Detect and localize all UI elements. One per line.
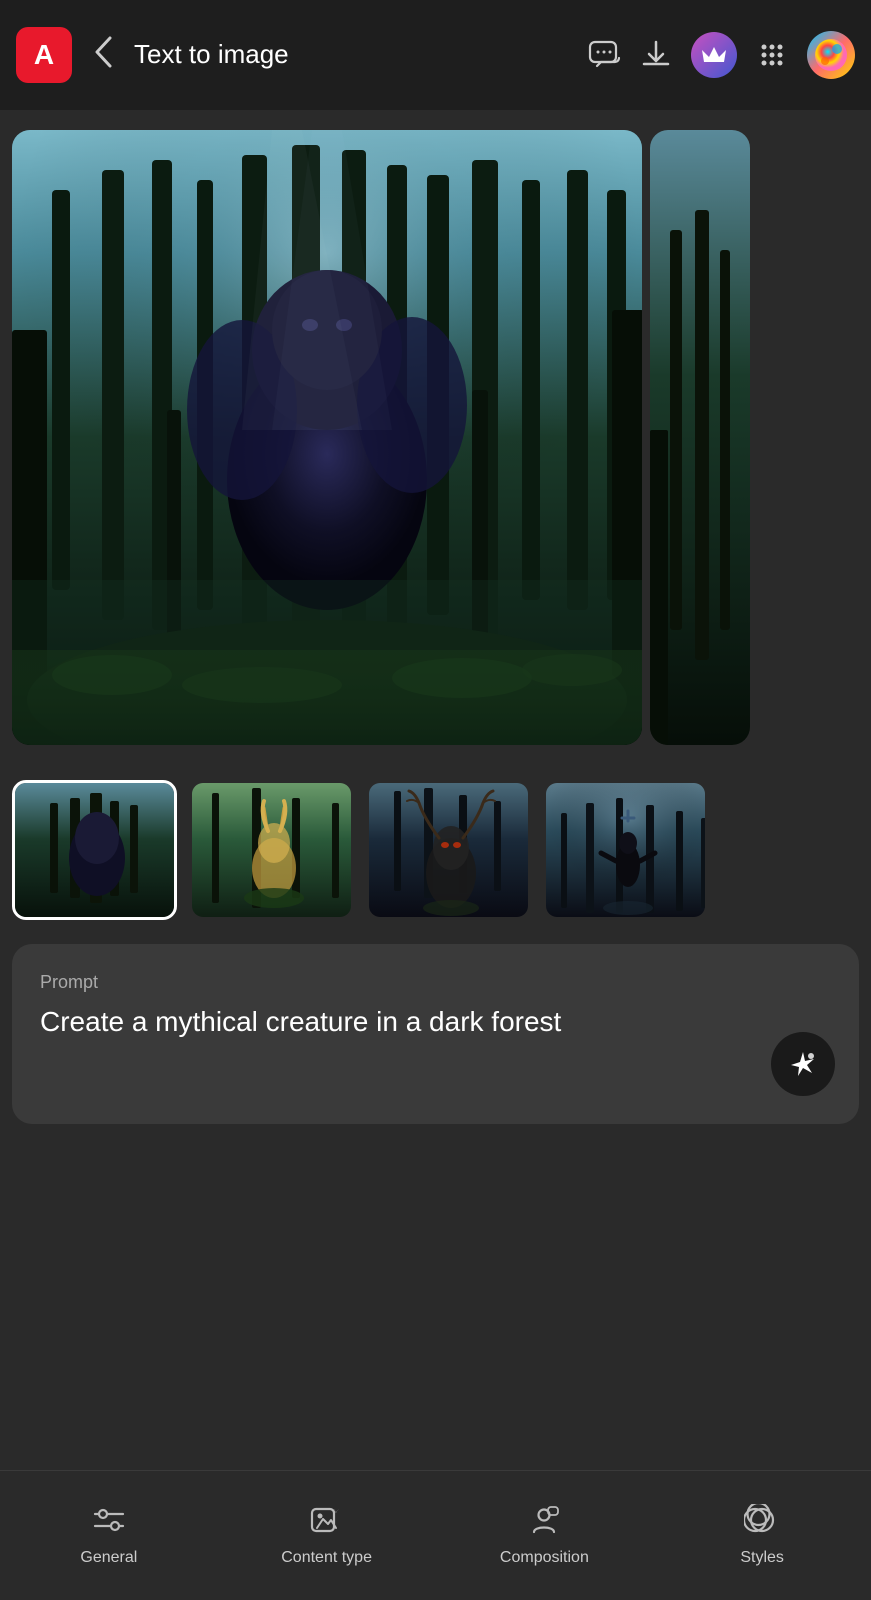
avatar-button[interactable] — [807, 31, 855, 79]
header-icons — [587, 31, 855, 79]
composition-label: Composition — [500, 1549, 589, 1567]
back-button[interactable] — [84, 26, 122, 84]
prompt-area: Prompt Create a mythical creature in a d… — [12, 944, 859, 1124]
adobe-logo[interactable]: A — [16, 27, 72, 83]
prompt-label: Prompt — [40, 972, 835, 993]
page-title: Text to image — [134, 39, 575, 70]
thumbnail-3[interactable] — [366, 780, 531, 920]
grid-button[interactable] — [755, 38, 789, 72]
toolbar-general[interactable]: General — [0, 1471, 218, 1600]
prompt-text: Create a mythical creature in a dark for… — [40, 1003, 835, 1041]
toolbar-content-type[interactable]: Content type — [218, 1471, 436, 1600]
general-label: General — [80, 1549, 137, 1567]
composition-icon — [526, 1504, 562, 1541]
thumbnails-row — [0, 760, 871, 920]
main-image[interactable] — [12, 130, 642, 745]
content-type-icon — [309, 1504, 345, 1541]
download-button[interactable] — [639, 38, 673, 72]
toolbar-composition[interactable]: Composition — [436, 1471, 654, 1600]
thumbnail-1[interactable] — [12, 780, 177, 920]
thumbnail-2[interactable] — [189, 780, 354, 920]
bottom-toolbar: General Content type Composition — [0, 1470, 871, 1600]
header: A Text to image — [0, 0, 871, 110]
styles-icon — [744, 1504, 780, 1541]
toolbar-styles[interactable]: Styles — [653, 1471, 871, 1600]
sliders-icon — [91, 1504, 127, 1541]
styles-label: Styles — [740, 1549, 784, 1567]
side-image[interactable] — [650, 130, 750, 745]
thumbnail-4[interactable] — [543, 780, 708, 920]
main-image-area — [0, 110, 871, 760]
crown-button[interactable] — [691, 32, 737, 78]
content-type-label: Content type — [281, 1549, 372, 1567]
generate-button[interactable] — [771, 1032, 835, 1096]
chat-button[interactable] — [587, 38, 621, 72]
